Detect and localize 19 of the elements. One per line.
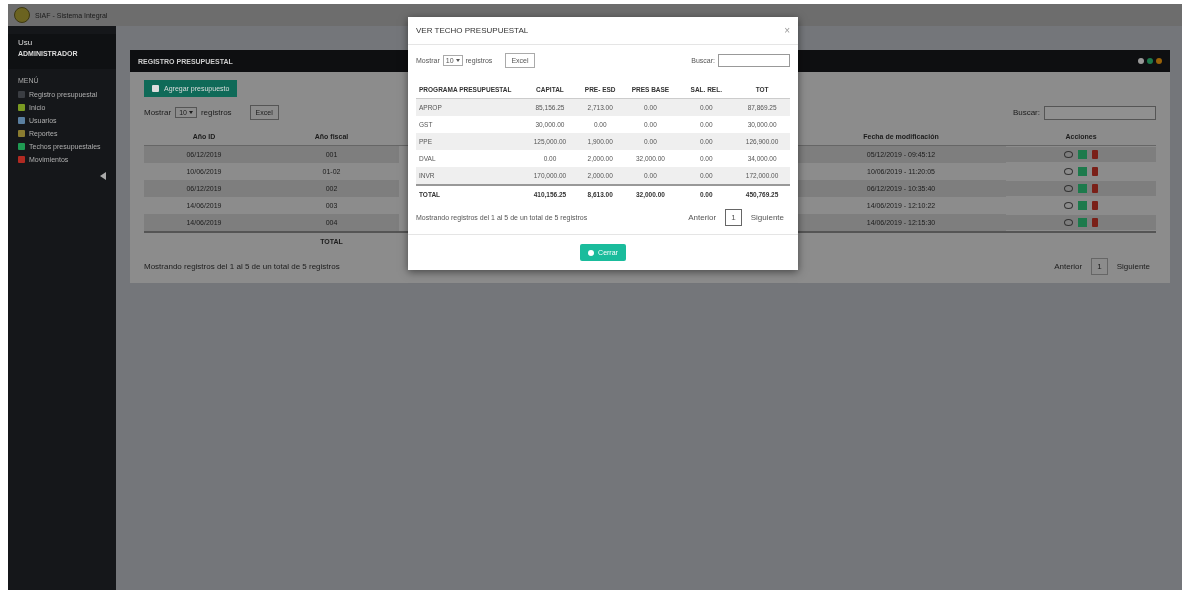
pagination-link[interactable]: 1	[725, 209, 742, 226]
length-label: Mostrar	[144, 108, 172, 117]
caret-icon	[455, 59, 460, 62]
pagination-link[interactable]: Siguiente	[1110, 258, 1156, 275]
pagination-link[interactable]: Anterior	[1048, 258, 1089, 275]
logo-icon	[14, 7, 30, 23]
collapse-icon[interactable]	[100, 172, 106, 180]
search-field[interactable]	[718, 54, 790, 67]
pagination-link[interactable]: Anterior	[682, 209, 723, 226]
table-info: Mostrando registros del 1 al 5 de un total de 5 registros	[144, 262, 340, 271]
pagination-link[interactable]: 1	[1091, 258, 1108, 275]
pagination-link[interactable]: Siguiente	[744, 209, 790, 226]
modal-title: VER TECHO PRESUPUESTAL	[416, 26, 529, 35]
caret-icon	[188, 111, 193, 114]
length-label: registros	[200, 108, 232, 117]
search-field[interactable]	[1044, 105, 1156, 120]
user-role: Usu	[18, 38, 34, 47]
search-label: Buscar:	[1012, 108, 1040, 117]
plus-icon	[152, 85, 159, 92]
